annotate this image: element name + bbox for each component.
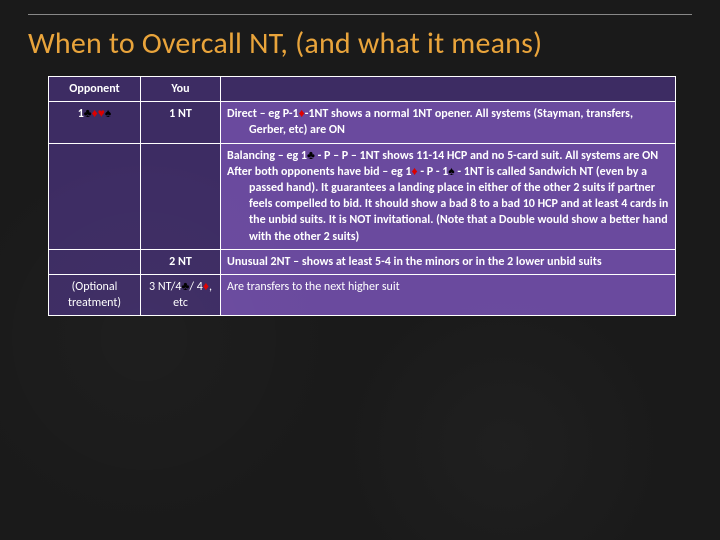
table-row: 1♣♦♥♠ 1 NT Direct – eg P-1♦-1NT shows a … — [49, 102, 676, 143]
desc-text: After both opponents have bid – eg 1 — [227, 165, 412, 179]
page-title: When to Overcall NT, (and what it means) — [28, 25, 700, 62]
cell-desc: Balancing – eg 1♣ - P – P – 1NT shows 11… — [221, 143, 676, 249]
header-you: You — [141, 77, 221, 102]
opponent-text: treatment) — [68, 296, 121, 310]
header-opponent: Opponent — [49, 77, 141, 102]
table-row: (Optional treatment) 3 NT/4♣/ 4♦, etc Ar… — [49, 274, 676, 315]
desc-text: - P - 1 — [418, 165, 449, 179]
desc-text: -1NT shows a normal 1NT opener. All syst… — [249, 107, 633, 137]
cell-desc: Are transfers to the next higher suit — [221, 274, 676, 315]
cell-you: 2 NT — [141, 249, 221, 274]
cell-you: 3 NT/4♣/ 4♦, etc — [141, 274, 221, 315]
cell-opponent: 1♣♦♥♠ — [49, 102, 141, 143]
cell-opponent: (Optional treatment) — [49, 274, 141, 315]
opponent-text: (Optional — [72, 280, 118, 294]
header-desc — [221, 77, 676, 102]
desc-text: Direct – eg P-1 — [227, 107, 299, 121]
cell-opponent — [49, 249, 141, 274]
desc-text: Balancing – eg 1 — [227, 149, 307, 163]
cell-desc: Direct – eg P-1♦-1NT shows a normal 1NT … — [221, 102, 676, 143]
cell-you — [141, 143, 221, 249]
cell-you: 1 NT — [141, 102, 221, 143]
spade-icon: ♠ — [105, 107, 111, 121]
table-row: Balancing – eg 1♣ - P – P – 1NT shows 11… — [49, 143, 676, 249]
bid-text: 3 NT/4 — [149, 280, 181, 294]
club-icon: ♣ — [84, 107, 92, 121]
table-header-row: Opponent You — [49, 77, 676, 102]
title-rule — [28, 14, 692, 15]
table-row: 2 NT Unusual 2NT – shows at least 5-4 in… — [49, 249, 676, 274]
club-icon: ♣ — [307, 149, 315, 163]
cell-desc: Unusual 2NT – shows at least 5-4 in the … — [221, 249, 676, 274]
desc-text: Are transfers to the next higher suit — [227, 280, 400, 294]
heart-icon: ♥ — [98, 107, 105, 121]
bidding-table-wrap: Opponent You 1♣♦♥♠ 1 NT Direct – eg P-1♦… — [48, 76, 676, 316]
desc-text: Unusual 2NT – shows at least 5-4 in the … — [227, 254, 669, 270]
bidding-table: Opponent You 1♣♦♥♠ 1 NT Direct – eg P-1♦… — [48, 76, 676, 316]
bid-text: / 4 — [189, 280, 202, 294]
cell-opponent — [49, 143, 141, 249]
desc-text: - P – P – 1NT shows 11-14 HCP and no 5-c… — [315, 149, 658, 163]
